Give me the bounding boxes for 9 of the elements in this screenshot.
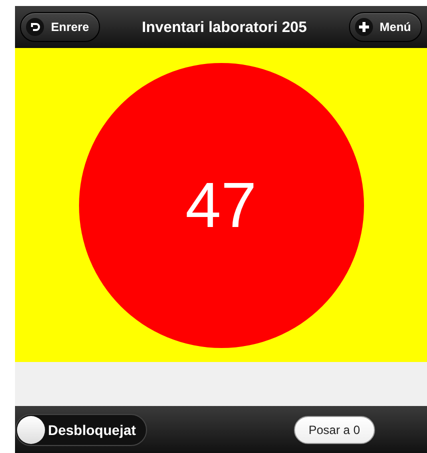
counter-value: 47 (185, 168, 257, 242)
undo-icon (26, 18, 44, 36)
page-title: Inventari laboratori 205 (142, 18, 307, 36)
counter-circle[interactable]: 47 (78, 62, 364, 348)
lock-toggle[interactable]: Desbloquejat (15, 414, 147, 446)
reset-button[interactable]: Posar a 0 (294, 416, 375, 444)
back-button[interactable]: Enrere (20, 12, 100, 42)
menu-button[interactable]: Menú (348, 12, 422, 42)
plus-icon (354, 18, 373, 36)
